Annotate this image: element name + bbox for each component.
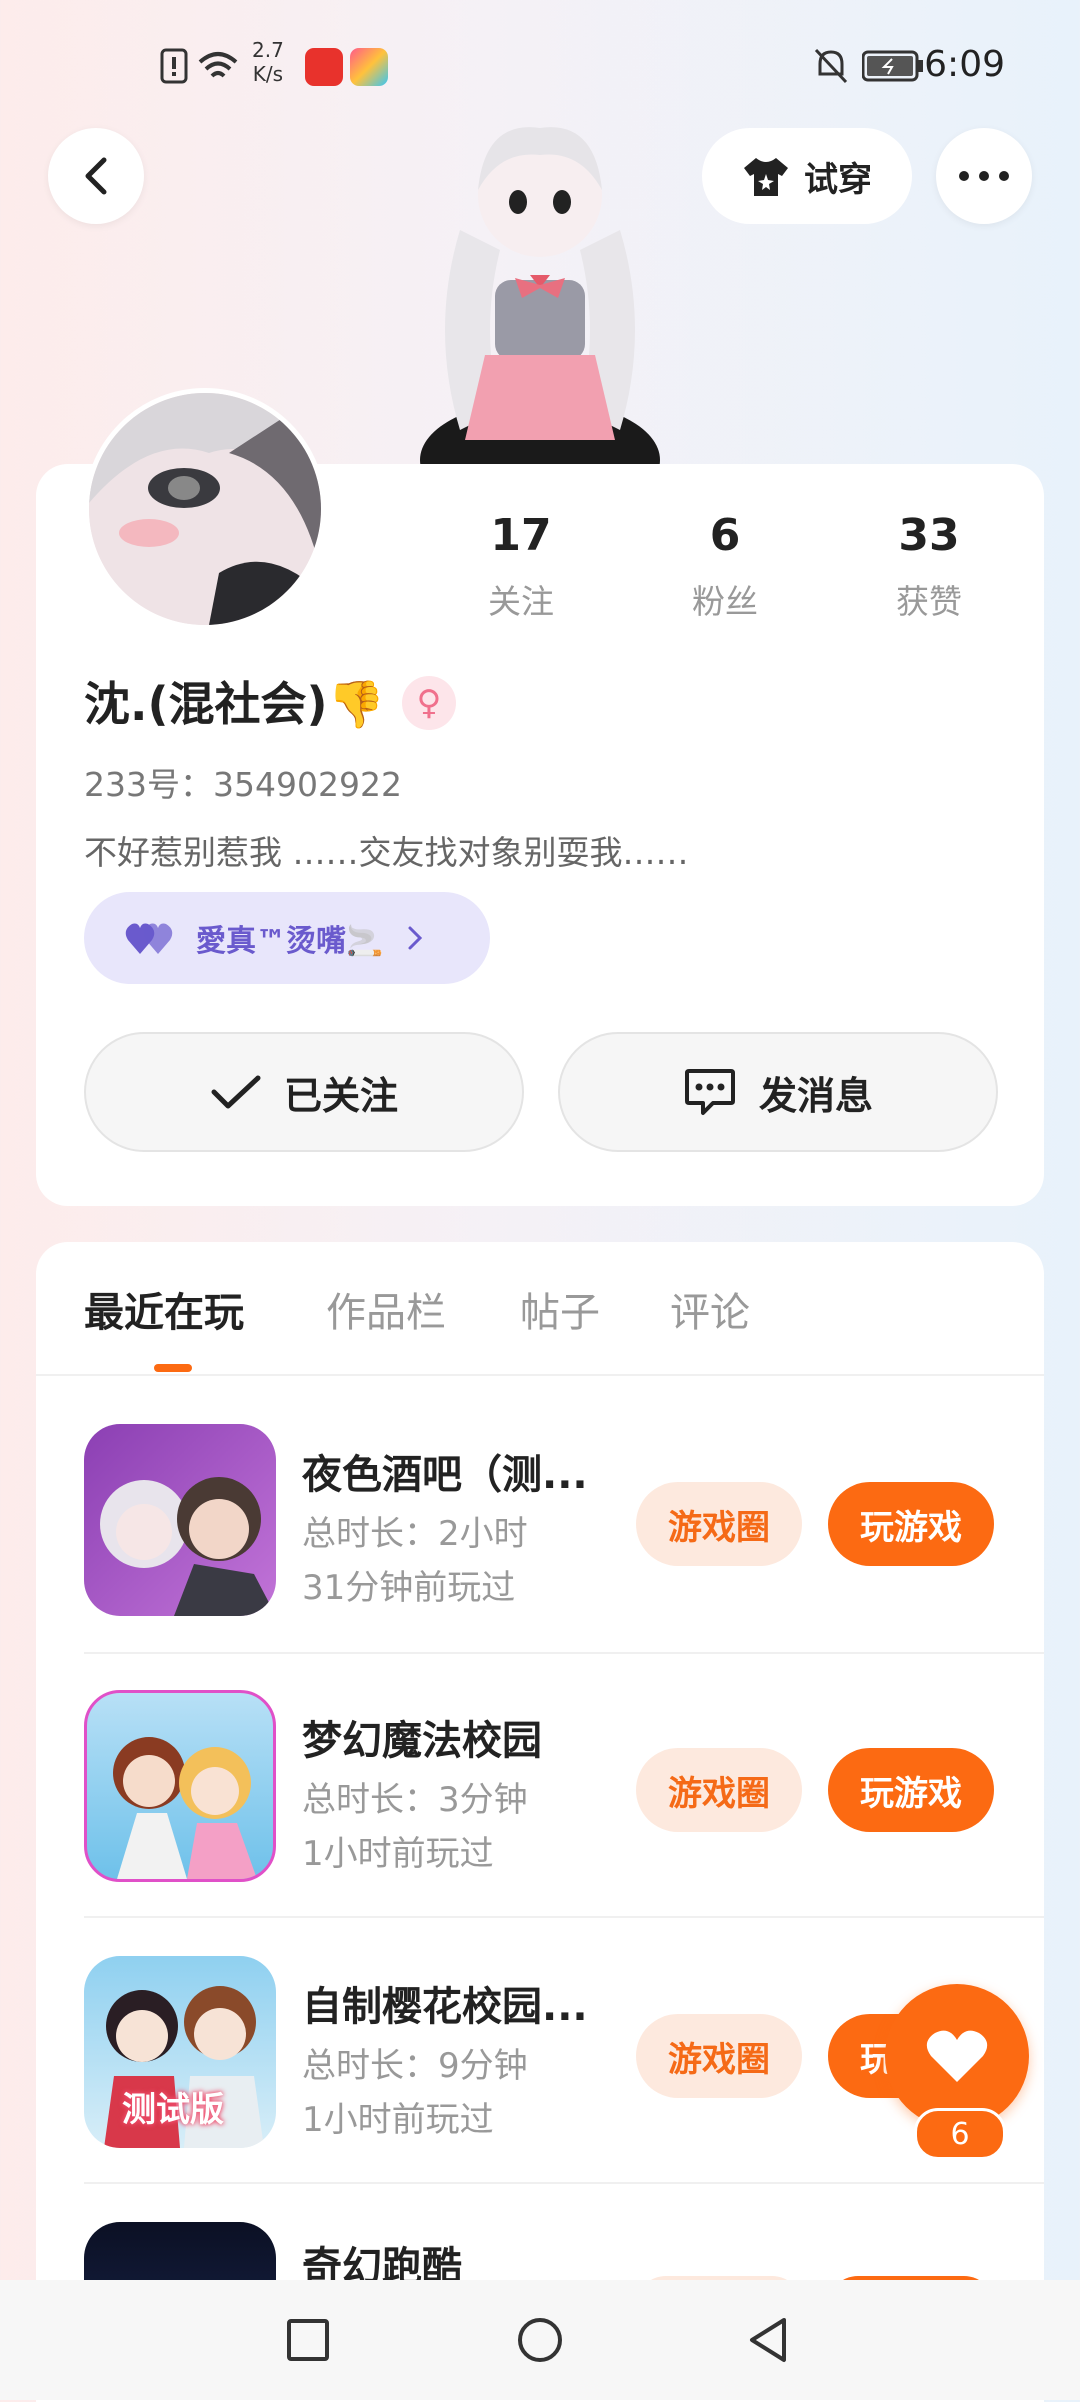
game-thumbnail bbox=[84, 1424, 276, 1616]
back-triangle-icon[interactable] bbox=[746, 2316, 790, 2364]
more-dots-icon bbox=[959, 171, 1009, 181]
game-thumbnail bbox=[84, 2222, 276, 2280]
tab-indicator bbox=[154, 1364, 192, 1372]
play-game-button[interactable]: 玩游戏 bbox=[828, 1748, 994, 1832]
tab-recently-played[interactable]: 最近在玩 bbox=[84, 1280, 244, 1338]
net-speed: 2.7 K/s bbox=[252, 38, 284, 86]
send-message-button[interactable]: 发消息 bbox=[558, 1032, 998, 1152]
play-game-button[interactable]: 玩游戏 bbox=[828, 1482, 994, 1566]
game-duration: 总时长：2小时 bbox=[302, 1514, 528, 1554]
character-avatar-image bbox=[420, 127, 660, 465]
back-button[interactable] bbox=[48, 128, 144, 224]
game-thumbnail: 测试版 bbox=[84, 1956, 276, 2148]
gender-female-icon: ♀ bbox=[402, 676, 456, 730]
like-count-badge: 6 bbox=[914, 2108, 1006, 2160]
try-on-button[interactable]: 试穿 bbox=[702, 128, 912, 224]
tshirt-icon bbox=[744, 158, 788, 196]
test-version-label: 测试版 bbox=[122, 2090, 224, 2130]
system-nav-bar bbox=[0, 2280, 1080, 2400]
more-button[interactable] bbox=[936, 128, 1032, 224]
game-title: 奇幻跑酷 bbox=[302, 2244, 462, 2280]
badge-text: 愛真™烫嘴🚬 bbox=[196, 924, 384, 959]
game-last-played: 1小时前玩过 bbox=[302, 1834, 494, 1874]
mute-bell-icon bbox=[814, 48, 848, 84]
battery-icon bbox=[862, 50, 923, 82]
tab-posts[interactable]: 帖子 bbox=[520, 1280, 600, 1338]
list-item[interactable]: 梦幻魔法校园 总时长：3分钟 1小时前玩过 游戏圈 玩游戏 bbox=[36, 1650, 1044, 1914]
huawei-app-icon bbox=[305, 48, 343, 86]
wifi-icon bbox=[198, 52, 238, 78]
tab-comments[interactable]: 评论 bbox=[670, 1280, 750, 1338]
app-store-icon bbox=[350, 48, 388, 86]
heart-icon bbox=[926, 2030, 988, 2082]
stat-likes[interactable]: 33 获赞 bbox=[849, 510, 1009, 623]
try-on-label: 试穿 bbox=[804, 159, 872, 200]
user-id: 233号：354902922 bbox=[84, 765, 402, 804]
game-last-played: 31分钟前玩过 bbox=[302, 1568, 516, 1608]
game-title: 自制樱花校园... bbox=[302, 1984, 588, 2030]
profile-name: 沈.(混社会)👎 bbox=[84, 677, 385, 731]
followed-button[interactable]: 已关注 bbox=[84, 1032, 524, 1152]
avatar-image bbox=[89, 393, 321, 625]
game-title: 梦幻魔法校园 bbox=[302, 1718, 542, 1764]
game-title: 夜色酒吧（测... bbox=[302, 1452, 588, 1498]
chat-bubble-icon bbox=[684, 1069, 735, 1115]
avatar[interactable] bbox=[84, 388, 326, 630]
user-bio: 不好惹别惹我 ……交友找对象别耍我…… bbox=[84, 833, 689, 872]
recents-square-icon[interactable] bbox=[286, 2318, 330, 2362]
checkmark-icon bbox=[211, 1075, 261, 1109]
chevron-left-icon bbox=[85, 157, 107, 195]
stat-following[interactable]: 17 关注 bbox=[441, 510, 601, 623]
stat-followers[interactable]: 6 粉丝 bbox=[645, 510, 805, 623]
chevron-right-icon bbox=[408, 926, 423, 950]
home-circle-icon[interactable] bbox=[516, 2316, 564, 2364]
game-duration: 总时长：9分钟 bbox=[302, 2046, 528, 2086]
game-last-played: 1小时前玩过 bbox=[302, 2100, 494, 2140]
list-item[interactable]: 夜色酒吧（测... 总时长：2小时 31分钟前玩过 游戏圈 玩游戏 bbox=[36, 1384, 1044, 1648]
double-heart-icon bbox=[125, 923, 173, 954]
like-fab[interactable] bbox=[885, 1984, 1029, 2128]
list-item[interactable]: 奇幻跑酷 bbox=[36, 2182, 1044, 2280]
game-circle-button[interactable]: 游戏圈 bbox=[636, 2014, 802, 2098]
sim-alert-icon bbox=[160, 48, 188, 84]
relationship-badge[interactable]: 愛真™烫嘴🚬 bbox=[84, 892, 490, 984]
clock: 6:09 bbox=[924, 44, 1005, 85]
game-thumbnail bbox=[84, 1690, 276, 1882]
tab-divider bbox=[36, 1374, 1044, 1376]
game-circle-button[interactable]: 游戏圈 bbox=[636, 1748, 802, 1832]
game-circle-button[interactable]: 游戏圈 bbox=[636, 1482, 802, 1566]
game-duration: 总时长：3分钟 bbox=[302, 1780, 528, 1820]
tab-works[interactable]: 作品栏 bbox=[326, 1280, 446, 1338]
